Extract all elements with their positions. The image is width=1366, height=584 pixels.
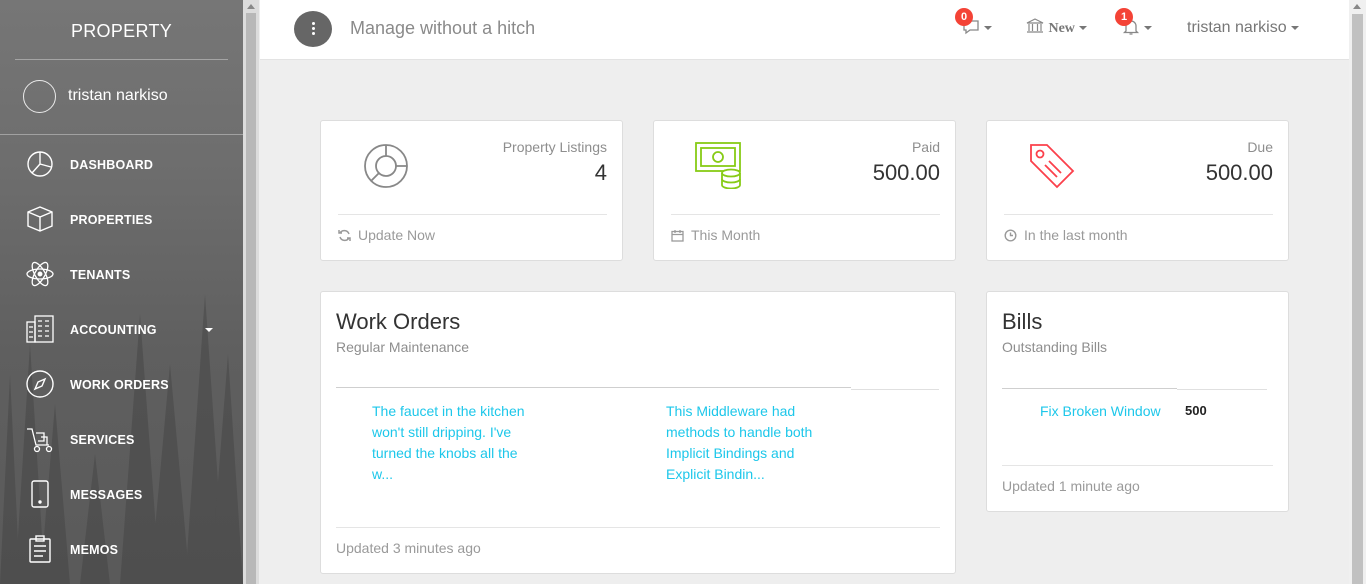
sidebar-item-label: MESSAGES — [70, 488, 143, 502]
stat-footer[interactable]: Update Now — [338, 227, 435, 243]
work-orders-card: Work Orders Regular Maintenance The fauc… — [320, 291, 956, 574]
compass-icon — [26, 370, 54, 398]
chevron-down-icon[interactable] — [205, 328, 213, 332]
card-title: Work Orders — [336, 309, 461, 334]
clipboard-icon — [29, 535, 51, 563]
bill-amount: 500 — [1185, 403, 1207, 418]
app-brand[interactable]: PROPERTY — [15, 0, 228, 60]
divider — [336, 387, 851, 388]
chevron-down-icon — [984, 26, 992, 30]
messages-count-badge: 0 — [955, 8, 973, 26]
scrollbar-thumb[interactable] — [1352, 14, 1363, 584]
sidebar-item-work-orders[interactable]: WORK ORDERS — [0, 357, 243, 412]
divider — [1177, 389, 1267, 390]
stat-footer: In the last month — [1004, 227, 1128, 243]
divider — [851, 389, 939, 390]
sidebar-item-tenants[interactable]: TENANTS — [0, 247, 243, 302]
page-scrollbar[interactable] — [1349, 0, 1366, 584]
page-tagline: Manage without a hitch — [350, 18, 536, 38]
main-content: Property Listings 4 Update Now Paid 500.… — [260, 60, 1349, 584]
building-icon — [26, 315, 54, 343]
scrollbar-thumb[interactable] — [246, 13, 256, 584]
sidebar-item-messages[interactable]: MESSAGES — [0, 467, 243, 522]
new-dropdown[interactable]: New — [1026, 18, 1088, 37]
stat-category: Due — [1247, 139, 1273, 155]
sidebar-item-dashboard[interactable]: DASHBOARD — [0, 137, 243, 192]
sidebar-item-label: ACCOUNTING — [70, 323, 157, 337]
chevron-down-icon — [1144, 26, 1152, 30]
stat-footer: This Month — [671, 227, 760, 243]
sidebar-toggle-button[interactable] — [294, 11, 332, 47]
user-menu-name: tristan narkiso — [1187, 19, 1287, 36]
phone-icon — [31, 480, 49, 508]
chevron-down-icon — [1291, 25, 1300, 30]
new-label: New — [1048, 21, 1075, 36]
card-subtitle: Regular Maintenance — [336, 339, 470, 355]
price-tag-icon — [1030, 144, 1075, 189]
atom-icon — [26, 261, 54, 287]
divider — [671, 214, 940, 215]
avatar[interactable] — [23, 80, 56, 113]
clock-icon — [1004, 228, 1017, 242]
notifications-count-badge: 1 — [1115, 8, 1133, 26]
divider — [338, 214, 607, 215]
sidebar-item-label: WORK ORDERS — [70, 378, 169, 392]
sidebar-item-properties[interactable]: PROPERTIES — [0, 192, 243, 247]
work-order-link[interactable]: This Middleware had methods to handle bo… — [666, 401, 831, 485]
divider — [336, 527, 940, 528]
box-icon — [27, 206, 53, 232]
stat-card-paid: Paid 500.00 This Month — [653, 120, 956, 261]
sidebar-item-memos[interactable]: MEMOS — [0, 522, 243, 577]
stat-value: 500.00 — [872, 160, 940, 185]
delivery-icon — [27, 428, 53, 453]
refresh-icon — [338, 229, 351, 241]
sidebar-item-label: DASHBOARD — [70, 158, 154, 172]
sidebar-item-label: MEMOS — [70, 543, 119, 557]
stat-card-property-listings: Property Listings 4 Update Now — [320, 120, 623, 261]
sidebar-item-services[interactable]: SERVICES — [0, 412, 243, 467]
card-updated-time: Updated 1 minute ago — [1002, 478, 1140, 494]
notifications-dropdown[interactable]: 1 — [1115, 8, 1154, 39]
messages-dropdown[interactable]: 0 — [955, 8, 994, 39]
sidebar-nav: DASHBOARD PROPERTIES TENANTS ACCOUNTING — [0, 137, 243, 577]
divider — [1002, 388, 1177, 389]
sidebar-item-label: PROPERTIES — [70, 213, 153, 227]
sidebar-item-label: TENANTS — [70, 268, 131, 282]
work-order-link[interactable]: The faucet in the kitchen won't still dr… — [372, 401, 537, 485]
stat-category: Property Listings — [502, 139, 607, 155]
card-updated-time: Updated 3 minutes ago — [336, 540, 481, 556]
stat-footer-label: This Month — [691, 227, 761, 243]
scroll-up-icon[interactable] — [247, 4, 255, 9]
scroll-up-icon[interactable] — [1353, 4, 1361, 9]
divider — [1002, 465, 1273, 466]
sidebar-user-name[interactable]: tristan narkiso — [68, 87, 168, 105]
bill-link[interactable]: Fix Broken Window — [1040, 401, 1161, 422]
stat-footer-label: In the last month — [1024, 227, 1128, 243]
stat-value: 500.00 — [1205, 160, 1273, 185]
sidebar-scrollbar[interactable] — [243, 0, 259, 584]
sidebar: PROPERTY tristan narkiso DASHBOARD PROPE… — [0, 0, 243, 584]
card-subtitle: Outstanding Bills — [1002, 339, 1108, 355]
bank-icon — [1026, 18, 1044, 33]
sidebar-item-label: SERVICES — [70, 433, 135, 447]
card-title: Bills — [1002, 309, 1043, 334]
money-icon — [695, 142, 741, 189]
top-navbar: Manage without a hitch 0 New 1 tristan n… — [260, 0, 1349, 60]
chart-pie-icon — [364, 144, 408, 188]
sidebar-item-accounting[interactable]: ACCOUNTING — [0, 302, 243, 357]
chevron-down-icon — [1079, 25, 1088, 30]
dashboard-icon — [27, 151, 53, 177]
calendar-icon — [671, 229, 684, 242]
stat-card-due: Due 500.00 In the last month — [986, 120, 1289, 261]
bills-card: Bills Outstanding Bills Fix Broken Windo… — [986, 291, 1289, 512]
divider — [1004, 214, 1273, 215]
user-menu-dropdown[interactable]: tristan narkiso — [1187, 19, 1300, 37]
sidebar-user[interactable]: tristan narkiso — [0, 60, 243, 135]
stat-category: Paid — [911, 139, 940, 155]
stat-footer-label: Update Now — [358, 227, 436, 243]
stat-value: 4 — [594, 160, 607, 185]
